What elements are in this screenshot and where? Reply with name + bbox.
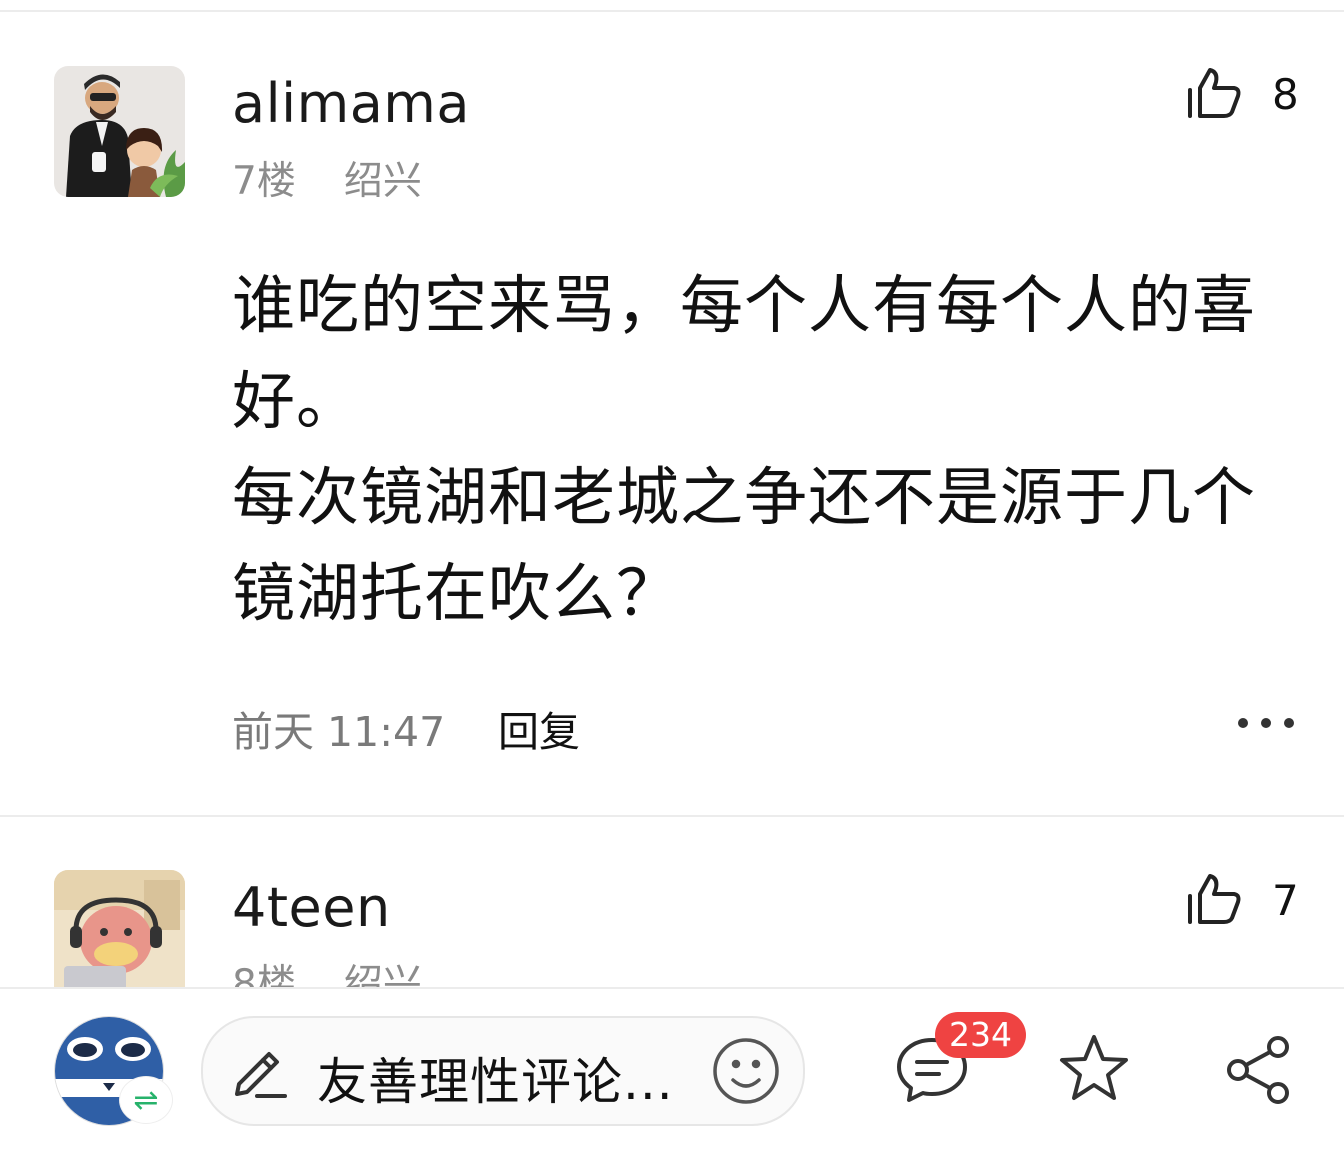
thumbs-up-icon xyxy=(1186,66,1242,124)
location: 绍兴 xyxy=(343,159,422,204)
username[interactable]: 4teen xyxy=(232,876,391,939)
star-icon[interactable] xyxy=(1058,1033,1130,1107)
username[interactable]: alimama xyxy=(232,72,470,135)
comment-text: 谁吃的空来骂，每个人有每个人的喜好。 每次镜湖和老城之争还不是源于几个镜湖托在吹… xyxy=(232,258,1292,642)
reply-button[interactable]: 回复 xyxy=(498,698,580,758)
like-count: 7 xyxy=(1272,876,1299,925)
avatar[interactable] xyxy=(54,66,185,197)
bottom-action-bar: ⇌ 友善理性评论... 234 xyxy=(0,987,1344,1151)
comment-count-badge: 234 xyxy=(935,1012,1026,1058)
pen-icon xyxy=(231,1044,289,1104)
share-icon[interactable] xyxy=(1226,1035,1292,1109)
comment-item: alimama 7楼 绍兴 8 谁吃的空来骂，每个人有每个人的喜好。 每次镜湖和老… xyxy=(0,0,1344,815)
floor-number: 7楼 xyxy=(232,159,296,204)
switch-account-icon[interactable]: ⇌ xyxy=(120,1077,172,1123)
emoji-icon[interactable] xyxy=(711,1036,781,1110)
like-button[interactable]: 8 xyxy=(1186,66,1299,124)
thumbs-up-icon xyxy=(1186,872,1242,930)
comment-meta: 7楼 绍兴 xyxy=(232,150,422,206)
comment-meta: 8楼 绍兴 xyxy=(232,953,422,987)
like-button[interactable]: 7 xyxy=(1186,872,1299,930)
more-options-icon[interactable] xyxy=(1238,710,1294,736)
avatar[interactable] xyxy=(54,870,185,987)
comment-item: 4teen 8楼 绍兴 7 xyxy=(0,815,1344,987)
like-count: 8 xyxy=(1272,70,1299,119)
comment-input[interactable]: 友善理性评论... xyxy=(201,1016,805,1126)
comment-paragraph: 每次镜湖和老城之争还不是源于几个镜湖托在吹么？ xyxy=(232,461,1256,630)
comment-input-placeholder: 友善理性评论... xyxy=(317,1053,674,1111)
floor-number: 8楼 xyxy=(232,962,296,987)
location: 绍兴 xyxy=(343,962,422,987)
comment-paragraph: 谁吃的空来骂，每个人有每个人的喜好。 xyxy=(232,269,1256,438)
comment-time: 前天 11:47 xyxy=(232,708,446,756)
